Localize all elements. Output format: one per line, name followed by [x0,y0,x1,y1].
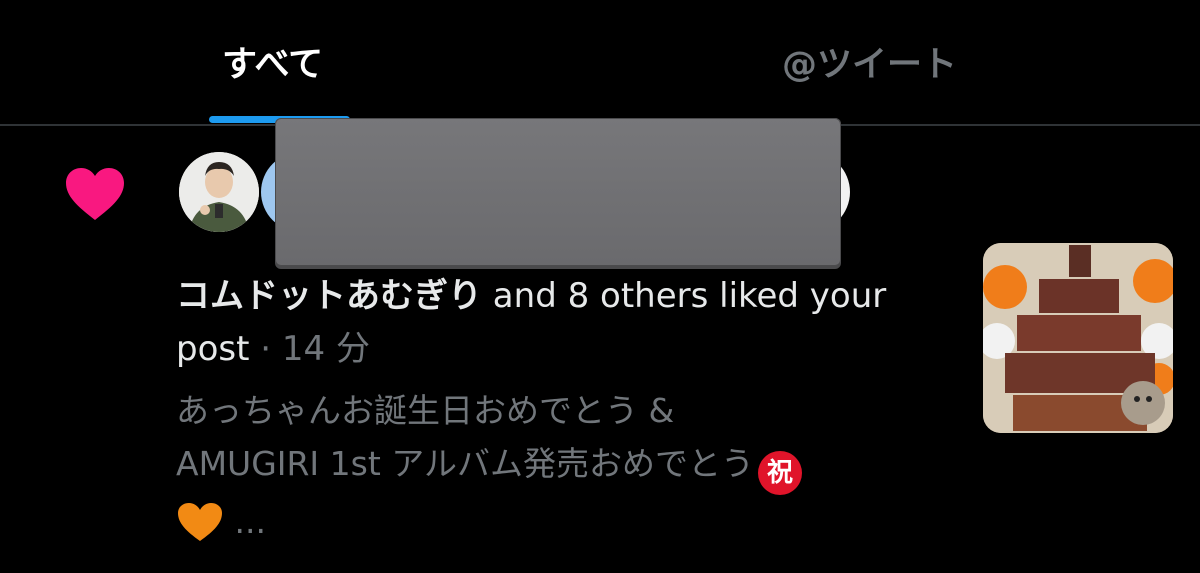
avatar[interactable] [179,152,259,232]
actor-name[interactable]: コムドットあむぎり [176,276,482,316]
avatar-photo [179,152,259,232]
post-line-2-text: AMUGIRI 1st アルバム発売おめでとう [176,444,754,483]
post-text: あっちゃんお誕生日おめでとう & AMUGIRI 1st アルバム発売おめでとう… [176,384,936,548]
post-line-2: AMUGIRI 1st アルバム発売おめでとう祝 [176,437,936,495]
celebrate-icon: 祝 [757,451,802,495]
post-line-1: あっちゃんお誕生日おめでとう & [176,391,675,430]
tab-all[interactable]: すべて [222,36,323,87]
redaction-box [275,118,841,266]
post-ellipsis: ... [224,502,266,541]
notification-tabs: すべて @ツイート [0,0,1200,124]
timestamp: 14 分 [281,329,370,369]
separator: · [249,329,282,369]
notification-summary: コムドットあむぎり and 8 others liked your post ·… [176,270,916,376]
orange-heart-icon [178,503,222,541]
post-thumbnail[interactable] [983,243,1173,433]
heart-icon [66,168,124,220]
tab-mentions[interactable]: @ツイート [782,36,957,87]
thumbnail-photo [983,243,1173,433]
post-line-3: ... [176,495,936,548]
